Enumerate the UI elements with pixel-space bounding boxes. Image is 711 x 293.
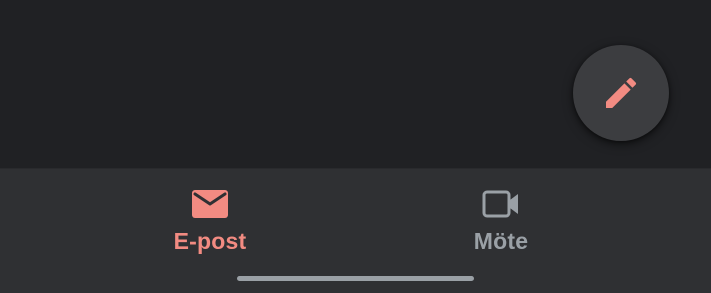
tab-mail[interactable]: E-post (120, 169, 300, 269)
home-indicator[interactable] (237, 276, 474, 281)
tab-meet-label: Möte (473, 228, 529, 254)
app-screen: E-post Möte (0, 0, 711, 293)
tab-mail-label: E-post (173, 228, 247, 254)
bottom-navigation: E-post Möte (0, 168, 711, 293)
pencil-icon (601, 73, 641, 113)
tab-meet[interactable]: Möte (411, 169, 591, 269)
mail-icon (190, 187, 230, 221)
compose-button[interactable] (573, 45, 669, 141)
video-camera-icon (481, 187, 521, 221)
